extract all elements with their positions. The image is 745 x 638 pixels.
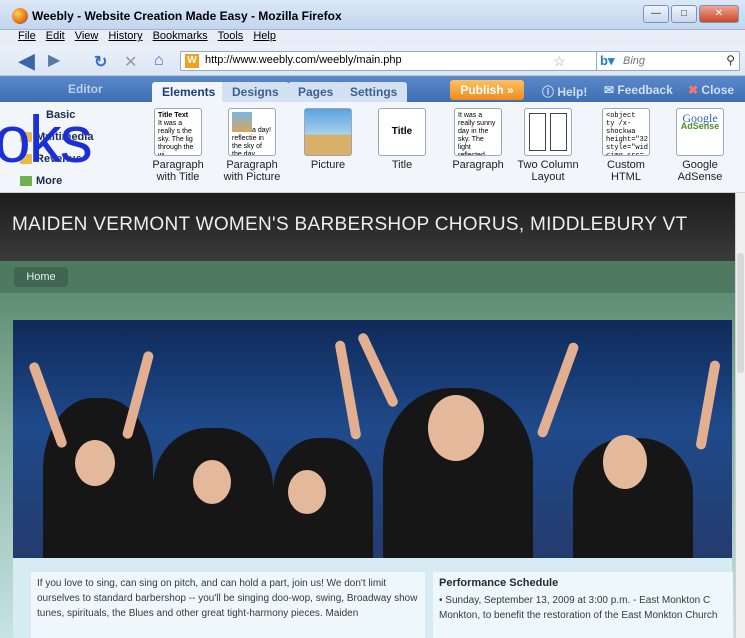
search-input[interactable] <box>623 55 715 67</box>
minimize-button[interactable]: — <box>643 5 669 23</box>
sidebar-item-more[interactable]: More <box>20 175 62 187</box>
picture-thumbnail-icon <box>304 108 352 156</box>
element-paragraph[interactable]: It was a really sunny day in the sky. Th… <box>444 108 512 171</box>
navigation-toolbar: ◀ ▶ ↻ ✕ ⌂ W ☆ b▾ ⚲ <box>0 46 745 76</box>
paragraph-thumbnail: It was a really sunny day in the sky. Th… <box>454 108 502 156</box>
element-label: Picture <box>310 159 346 171</box>
tab-designs[interactable]: Designs <box>222 82 289 102</box>
element-title[interactable]: Title Text Title <box>368 108 436 171</box>
raised-arm <box>356 331 400 409</box>
paragraph-with-title-thumbnail: Title Text It was a really s the sky. The… <box>154 108 202 156</box>
forward-arrow-icon[interactable]: ▶ <box>48 50 60 70</box>
publish-button[interactable]: Publish » <box>450 80 524 100</box>
tab-pages[interactable]: Pages <box>288 82 344 102</box>
schedule-heading: Performance Schedule <box>439 577 559 589</box>
menu-file[interactable]: File <box>18 30 36 46</box>
help-link[interactable]: ⓘ Help! <box>542 83 587 100</box>
menu-help[interactable]: Help <box>253 30 276 46</box>
element-custom-html[interactable]: <object ty /x-shockwa height="32 style="… <box>592 108 660 183</box>
element-label: Custom HTML <box>607 159 645 183</box>
bookmark-star-icon[interactable]: ☆ <box>553 53 566 70</box>
singer-face <box>75 440 115 486</box>
site-header: MAIDEN VERMONT WOMEN'S BARBERSHOP CHORUS… <box>0 193 735 261</box>
overlay-watermark-text: oks <box>0 102 93 176</box>
sidebar-more-label: More <box>36 175 63 187</box>
element-paragraph-with-title[interactable]: Title Text It was a really s the sky. The… <box>144 108 212 183</box>
menu-view[interactable]: View <box>75 30 99 46</box>
paragraph-with-picture-thumbnail: a day! reflectie in the sky of the day t… <box>228 108 276 156</box>
search-icon[interactable]: ⚲ <box>726 53 735 67</box>
raised-arm <box>536 341 580 439</box>
site-nav: Home <box>0 261 735 293</box>
element-two-column-layout[interactable]: Two Column Layout <box>514 108 582 183</box>
element-label: Google AdSense <box>677 159 723 183</box>
site-favicon-icon: W <box>185 54 199 68</box>
element-label: Paragraph with Picture <box>223 159 281 183</box>
feedback-label: Feedback <box>617 83 673 97</box>
two-column-layout-icon <box>524 108 572 156</box>
home-icon[interactable]: ⌂ <box>154 52 164 70</box>
window-titlebar: Weebly - Website Creation Made Easy - Mo… <box>0 0 745 30</box>
editor-logo: Editor <box>68 82 103 96</box>
firefox-logo-icon <box>12 8 28 24</box>
nav-home-link[interactable]: Home <box>14 267 68 287</box>
url-input[interactable] <box>205 54 535 66</box>
intro-paragraph: If you love to sing, can sing on pitch, … <box>37 578 418 619</box>
image-icon <box>232 112 252 132</box>
title-thumbnail: Title Text <box>378 108 426 156</box>
close-editor-link[interactable]: ✖ Close <box>688 83 734 97</box>
editor-header: Editor Elements Designs Pages Settings P… <box>0 76 745 102</box>
element-google-adsense[interactable]: Google AdSense Google AdSense <box>666 108 734 183</box>
arrow-right-icon <box>20 176 32 187</box>
stop-icon[interactable]: ✕ <box>124 52 137 72</box>
site-title[interactable]: MAIDEN VERMONT WOMEN'S BARBERSHOP CHORUS… <box>12 214 687 236</box>
scrollbar-thumb[interactable] <box>737 253 744 373</box>
singer-face <box>428 395 484 461</box>
singer-face <box>193 460 231 504</box>
element-label: Title <box>391 159 413 171</box>
close-circle-icon: ✖ <box>688 83 699 97</box>
tab-elements[interactable]: Elements <box>152 82 226 102</box>
singer-face <box>603 435 647 489</box>
custom-html-thumbnail: <object ty /x-shockwa height="32 style="… <box>602 108 650 156</box>
back-arrow-icon[interactable]: ◀ <box>18 48 35 74</box>
menu-history[interactable]: History <box>108 30 142 46</box>
menu-edit[interactable]: Edit <box>46 30 65 46</box>
element-picture[interactable]: Picture <box>294 108 362 171</box>
google-adsense-logo-icon: Google AdSense <box>676 108 724 156</box>
maximize-button[interactable]: □ <box>671 5 697 23</box>
chorus-photo[interactable] <box>13 320 732 558</box>
intro-text-block[interactable]: If you love to sing, can sing on pitch, … <box>31 572 425 638</box>
close-window-button[interactable]: ✕ <box>699 5 739 23</box>
window-controls: — □ ✕ <box>643 5 739 23</box>
close-label: Close <box>701 83 735 97</box>
menu-bar: File Edit View History Bookmarks Tools H… <box>0 30 745 46</box>
search-bar[interactable]: b▾ ⚲ <box>596 51 740 71</box>
singer-face <box>288 470 326 514</box>
bing-logo-icon[interactable]: b▾ <box>600 53 614 69</box>
window-title: Weebly - Website Creation Made Easy - Mo… <box>32 9 342 23</box>
element-label: Two Column Layout <box>517 159 579 183</box>
reload-icon[interactable]: ↻ <box>94 52 107 72</box>
thumb-title: Title Text <box>158 112 189 119</box>
raised-arm <box>334 339 362 441</box>
vertical-scrollbar[interactable] <box>735 193 745 638</box>
url-bar[interactable]: W ☆ <box>180 51 600 71</box>
site-content-area: If you love to sing, can sing on pitch, … <box>13 558 733 638</box>
site-preview: MAIDEN VERMONT WOMEN'S BARBERSHOP CHORUS… <box>0 193 735 638</box>
help-label: Help! <box>557 85 588 99</box>
tab-settings[interactable]: Settings <box>340 82 408 102</box>
element-label: Paragraph with Title <box>152 159 204 183</box>
element-paragraph-with-picture[interactable]: a day! reflectie in the sky of the day t… <box>218 108 286 183</box>
menu-tools[interactable]: Tools <box>218 30 244 46</box>
thumb-text: It was a really s the sky. The lig throu… <box>158 120 194 156</box>
element-label: Paragraph <box>452 159 504 171</box>
raised-arm <box>695 359 721 451</box>
schedule-item: • Sunday, September 13, 2009 at 3:00 p.m… <box>439 595 718 621</box>
menu-bookmarks[interactable]: Bookmarks <box>153 30 208 46</box>
schedule-block[interactable]: Performance Schedule • Sunday, September… <box>433 572 733 638</box>
weebly-editor-toolbar: Editor Elements Designs Pages Settings P… <box>0 76 745 193</box>
feedback-link[interactable]: ✉ Feedback <box>604 83 673 97</box>
